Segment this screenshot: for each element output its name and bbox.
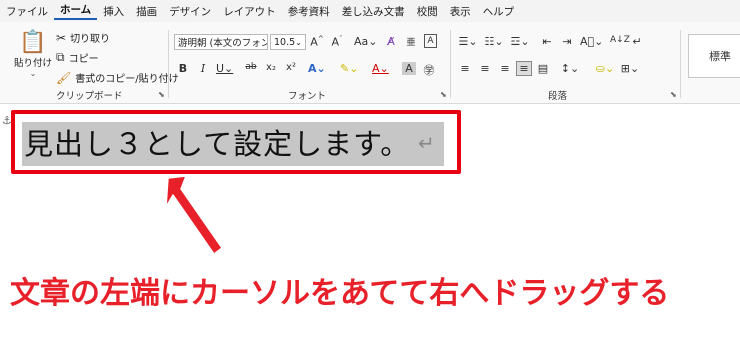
annotation-caption: 文章の左端にカーソルをあてて右へドラッグする	[10, 276, 670, 311]
arrow-shape	[165, 175, 223, 255]
